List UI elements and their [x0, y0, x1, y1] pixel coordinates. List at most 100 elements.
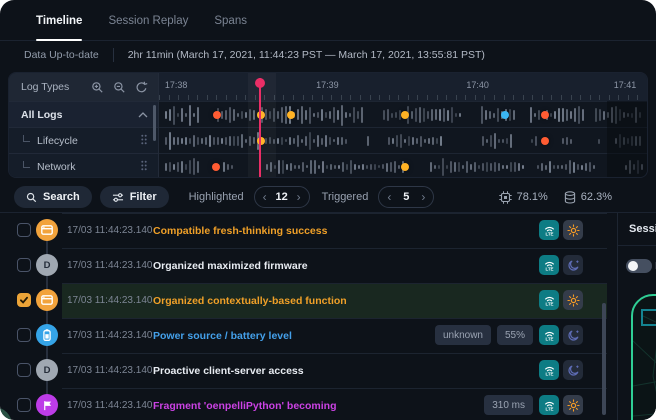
row-checkbox[interactable] — [17, 258, 31, 272]
waveform-bar — [338, 165, 340, 168]
waveform-bar — [177, 137, 179, 144]
drag-handle-icon[interactable] — [140, 134, 148, 148]
playhead-line[interactable] — [259, 78, 261, 177]
event-dot[interactable] — [401, 163, 409, 171]
log-list: 17/03 11:44:23.140Compatible fresh-think… — [0, 213, 612, 420]
network-lte-button[interactable]: LTE — [539, 360, 559, 380]
waveform-bar — [569, 160, 571, 173]
log-types-header: Log Types — [9, 73, 158, 101]
collapse-chevron-icon[interactable] — [138, 109, 148, 121]
session-toggle[interactable] — [626, 259, 652, 273]
tab-timeline[interactable]: Timeline — [36, 15, 82, 40]
waveform-bar — [197, 107, 199, 123]
log-type-row-lifecycle[interactable]: Lifecycle — [9, 127, 158, 153]
zoom-in-icon[interactable] — [88, 79, 106, 95]
filter-button[interactable]: Filter — [100, 186, 169, 208]
light-mode-button[interactable] — [563, 220, 583, 240]
log-types-column: Log Types All LogsLifecycleNetwork — [9, 73, 159, 177]
axis-tick — [446, 95, 447, 100]
log-type-row-all-logs[interactable]: All Logs — [9, 101, 158, 127]
axis-tick — [561, 95, 562, 100]
waveform-bar — [185, 164, 187, 170]
search-button[interactable]: Search — [14, 186, 92, 208]
log-row[interactable]: 17/03 11:44:23.140Compatible fresh-think… — [0, 213, 612, 248]
network-lte-button[interactable]: LTE — [539, 290, 559, 310]
network-lte-button[interactable]: LTE — [539, 220, 559, 240]
zoom-out-icon[interactable] — [110, 79, 128, 95]
waveform-bar — [392, 138, 394, 144]
refresh-icon[interactable] — [132, 79, 150, 95]
waveform-bar — [383, 110, 385, 120]
waveform-bar — [535, 136, 537, 146]
waveform-bar — [301, 139, 303, 142]
waveform-bar — [201, 138, 203, 144]
drag-handle-icon[interactable] — [140, 160, 148, 174]
waveform-bar — [177, 113, 179, 117]
cpu-icon — [499, 191, 512, 204]
event-dot[interactable] — [541, 111, 549, 119]
log-row[interactable]: 17/03 11:44:23.140Fragment 'oenpelliPyth… — [0, 388, 612, 420]
tab-spans[interactable]: Spans — [214, 15, 247, 40]
triggered-prev-icon[interactable]: ‹ — [387, 191, 391, 203]
row-checkbox[interactable] — [17, 293, 31, 307]
log-row[interactable]: D17/03 11:44:23.140Organized maximized f… — [0, 248, 612, 283]
dark-mode-button[interactable] — [563, 255, 583, 275]
waveform-bar — [229, 136, 231, 145]
axis-tick — [398, 95, 399, 100]
event-dot[interactable] — [213, 111, 221, 119]
letter-d-icon: D — [36, 254, 58, 276]
toggle-knob — [628, 261, 638, 271]
network-lte-button[interactable]: LTE — [539, 255, 559, 275]
tab-session-replay[interactable]: Session Replay — [108, 15, 188, 40]
light-mode-button[interactable] — [563, 395, 583, 415]
log-row[interactable]: 17/03 11:44:23.140Power source / battery… — [0, 318, 612, 353]
waveform-bar — [387, 109, 389, 122]
axis-time-label: 17:38 — [165, 80, 188, 90]
axis-tick — [341, 95, 342, 100]
dark-mode-button[interactable] — [563, 360, 583, 380]
axis-tick — [504, 95, 505, 100]
event-dot[interactable] — [401, 111, 409, 119]
log-type-row-network[interactable]: Network — [9, 153, 158, 178]
log-timestamp: 17/03 11:44:23.140 — [67, 318, 152, 353]
waveform-bar — [574, 108, 576, 122]
network-lte-button[interactable]: LTE — [539, 325, 559, 345]
waveform-bar — [593, 165, 595, 169]
network-lte-button[interactable]: LTE — [539, 395, 559, 415]
dark-mode-button[interactable] — [563, 325, 583, 345]
waveform-bar — [286, 164, 288, 171]
waveform-bar — [570, 111, 572, 119]
axis-tick — [207, 95, 208, 100]
axis-tick — [283, 95, 284, 100]
triggered-stepper: ‹ 5 › — [378, 186, 434, 208]
light-mode-button[interactable] — [563, 290, 583, 310]
svg-text:LTE: LTE — [545, 406, 553, 411]
row-checkbox[interactable] — [17, 328, 31, 342]
triggered-next-icon[interactable]: › — [421, 191, 425, 203]
highlighted-next-icon[interactable]: › — [297, 191, 301, 203]
waveform-bar — [531, 139, 533, 143]
badge-group: 310 ms — [484, 395, 533, 415]
log-list-scrollbar[interactable] — [602, 303, 606, 415]
event-dot[interactable] — [541, 137, 549, 145]
waveform-bar — [278, 160, 280, 174]
waveform-bar — [173, 106, 175, 125]
log-row[interactable]: D17/03 11:44:23.140Proactive client-serv… — [0, 353, 612, 388]
out-of-range-shade — [607, 101, 647, 177]
playhead-handle[interactable] — [255, 78, 265, 88]
row-checkbox[interactable] — [17, 223, 31, 237]
row-checkbox[interactable] — [17, 398, 31, 412]
log-row[interactable]: 17/03 11:44:23.140Organized contextually… — [0, 283, 612, 318]
flag-icon — [36, 394, 58, 416]
highlighted-prev-icon[interactable]: ‹ — [263, 191, 267, 203]
row-checkbox[interactable] — [17, 363, 31, 377]
waveform-bar — [478, 165, 480, 169]
battery-icon — [36, 324, 58, 346]
log-timestamp: 17/03 11:44:23.140 — [67, 388, 152, 420]
axis-tick — [647, 95, 648, 100]
axis-tick — [475, 95, 476, 100]
event-dot[interactable] — [501, 111, 509, 119]
waveform-bar — [301, 106, 303, 124]
event-dot[interactable] — [212, 163, 220, 171]
log-types-scrollbar[interactable] — [153, 105, 156, 141]
